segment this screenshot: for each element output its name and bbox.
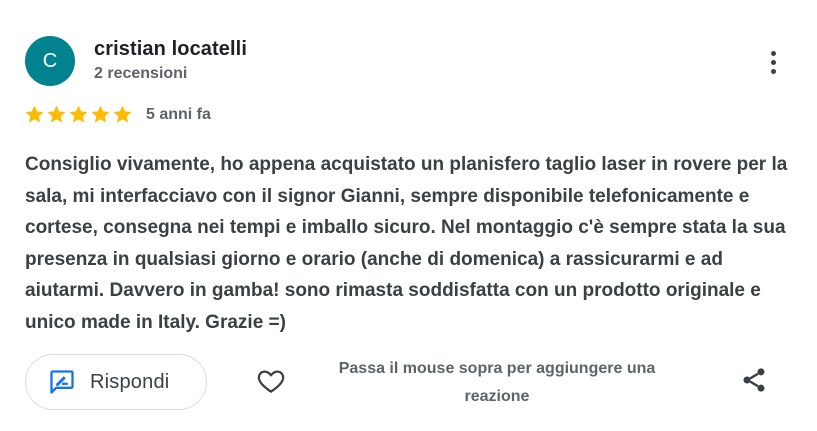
rating-row: 5 anni fa: [24, 104, 211, 125]
share-button[interactable]: [738, 366, 770, 398]
review-text: Consiglio vivamente, ho appena acquistat…: [25, 154, 788, 333]
reaction-hint: Passa il mouse sopra per aggiungere una …: [338, 360, 656, 405]
star-icon: [69, 105, 88, 123]
reply-button[interactable]: Rispondi: [25, 354, 207, 410]
share-icon: [740, 366, 768, 399]
like-button[interactable]: [252, 365, 290, 401]
review-age: 5 anni fa: [146, 105, 211, 123]
star-icon: [47, 105, 66, 123]
reply-comment-icon: [48, 368, 76, 396]
more-options-button[interactable]: [757, 44, 789, 80]
avatar-initial: C: [42, 49, 58, 72]
star-icon: [113, 105, 132, 123]
more-vert-icon: [770, 50, 776, 74]
heart-icon: [255, 366, 287, 401]
reply-button-label: Rispondi: [90, 370, 170, 393]
avatar[interactable]: C: [25, 36, 75, 86]
star-icon: [25, 105, 44, 123]
author-name[interactable]: cristian locatelli: [94, 38, 247, 61]
author-review-count: 2 recensioni: [94, 65, 188, 82]
star-rating: [24, 104, 133, 125]
star-icon: [91, 105, 110, 123]
